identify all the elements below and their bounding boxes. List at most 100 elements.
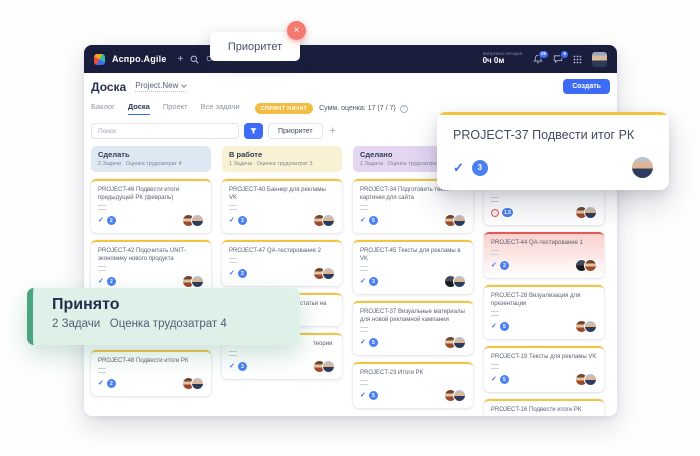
sprint-status-badge: СПРИНТ НАЧАТ (255, 103, 313, 114)
column-meta: 2 Задачи Оценка трудозатрат 4 (98, 161, 204, 167)
check-icon: ✓ (360, 278, 366, 285)
chat-count-badge: 5 (560, 50, 569, 59)
accepted-column-card: Принято 2 Задачи Оценка трудозатрат 4 (27, 288, 300, 345)
page-title: Доска (91, 80, 126, 94)
search-input[interactable] (91, 123, 239, 139)
check-icon: ✓ (229, 363, 235, 370)
accepted-subtitle: 2 Задачи Оценка трудозатрат 4 (52, 318, 300, 330)
tab-Баклог[interactable]: Баклог (91, 102, 115, 115)
description-icon (360, 327, 368, 332)
estimate-badge: 5 (369, 391, 378, 400)
description-icon (98, 205, 106, 210)
task-title: PROJECT-47 QA-тестирование 2 (229, 247, 335, 255)
create-button[interactable]: Создать (563, 79, 610, 94)
avatar (191, 275, 204, 288)
estimate-badge: 2 (107, 216, 116, 225)
search-icon[interactable] (190, 55, 199, 64)
assignee-avatars (313, 267, 335, 280)
task-popup-card[interactable]: PROJECT-37 Подвести итог РК ✓ 3 (437, 112, 669, 190)
app-logo-icon (94, 54, 105, 65)
funnel-icon (250, 127, 257, 135)
task-card[interactable]: PROJECT-19 Тексты для рекламы VK ✓5 (484, 346, 604, 392)
column-meta: 1 Задача Оценка трудозатрат 3 (229, 161, 335, 167)
task-title: PROJECT-19 Тексты для рекламы VK (491, 353, 597, 361)
assignee-avatars (182, 377, 204, 390)
board-header-row: Доска Project.New Создать (89, 79, 612, 94)
app-window: Аспро.Agile + Сп Затрачено сегодня 0ч 0м… (84, 45, 617, 416)
avatar (453, 336, 466, 349)
priority-tooltip-label: Приоритет (228, 41, 282, 53)
apps-grid-icon[interactable] (573, 55, 582, 64)
task-title: PROJECT-16 Подвести итоги РК (491, 406, 597, 414)
column-header: В работе 1 Задача Оценка трудозатрат 3 (222, 146, 342, 172)
estimate-badge: 1.5 (502, 208, 513, 217)
avatar (584, 206, 597, 219)
task-card[interactable]: PROJECT-46 Подвести итоги предыдущей РК … (91, 179, 211, 233)
task-card[interactable]: PROJECT-37 Визуальные материалы для ново… (353, 301, 473, 355)
accepted-title: Принято (52, 296, 300, 314)
avatar (322, 214, 335, 227)
avatar (584, 259, 597, 272)
task-title: PROJECT-45 Тексты для рекламы в VK (360, 247, 466, 263)
filter-button[interactable] (244, 123, 263, 139)
check-icon: ✓ (491, 323, 497, 330)
avatar (584, 373, 597, 386)
estimate-badge: 5 (500, 375, 509, 384)
column-title: В работе (229, 150, 335, 159)
assignee-avatars (575, 206, 597, 219)
tabs: Баклог Доска Проект Все задачи (91, 102, 240, 115)
avatar (453, 214, 466, 227)
check-icon: ✓ (453, 161, 464, 174)
task-title: PROJECT-46 Подвести итоги предыдущей РК … (98, 186, 204, 202)
priority-filter-chip[interactable]: Приоритет (268, 123, 323, 139)
close-icon[interactable]: × (287, 21, 306, 40)
description-icon (491, 197, 499, 202)
task-footer: ✓5 (360, 214, 466, 227)
add-filter-button[interactable]: + (328, 125, 338, 137)
user-avatar[interactable] (592, 52, 607, 67)
task-card[interactable]: PROJECT-48 Подвести итоги РК✓2 (91, 350, 211, 396)
estimate-badge: 3 (238, 362, 247, 371)
add-icon[interactable]: + (178, 54, 184, 65)
avatar (322, 267, 335, 280)
notifications-bell-icon[interactable]: 26 (533, 54, 543, 64)
estimate-badge: 2 (238, 269, 247, 278)
sum-estimate-text: Сумм. оценка: 17 (7 / 7) (319, 105, 396, 112)
tab-Проект[interactable]: Проект (163, 102, 188, 115)
popup-footer: ✓ 3 (453, 157, 653, 178)
description-icon (360, 205, 368, 210)
task-card[interactable]: PROJECT-16 Подвести итоги РК (484, 399, 604, 416)
avatar (453, 275, 466, 288)
check-icon: ✓ (98, 217, 104, 224)
task-card[interactable]: PROJECT-42 Подсчитать UNIT-экономику нов… (91, 240, 211, 294)
avatar (191, 377, 204, 390)
bell-count-badge: 26 (538, 50, 549, 59)
description-icon (491, 250, 499, 255)
task-footer: ✓2 (98, 275, 204, 288)
description-icon (491, 364, 499, 369)
popup-top-border (437, 112, 669, 115)
task-card[interactable]: PROJECT-45 Тексты для рекламы в VK✓3 (353, 240, 473, 294)
help-icon[interactable]: ? (400, 105, 408, 113)
description-icon (491, 311, 499, 316)
check-icon: ✓ (98, 278, 104, 285)
chat-icon[interactable]: 5 (553, 54, 563, 64)
task-card[interactable]: PROJECT-40 Баннер для рекламы VK✓3 (222, 179, 342, 233)
project-selector[interactable]: Project.New (135, 81, 186, 92)
assignee-avatars (313, 360, 335, 373)
avatar (191, 214, 204, 227)
tab-Все задачи[interactable]: Все задачи (201, 102, 240, 115)
estimate-badge: 3 (238, 216, 247, 225)
check-icon: ✓ (360, 217, 366, 224)
task-card[interactable]: PROJECT-23 Итоги РК✓5 (353, 362, 473, 408)
task-footer: ✓5 (491, 373, 597, 386)
check-icon: ✓ (360, 392, 366, 399)
top-navbar: Аспро.Agile + Сп Затрачено сегодня 0ч 0м… (84, 45, 617, 73)
board-column: Сделать2 Задачи Оценка трудозатрат 4PROJ… (91, 146, 211, 403)
overdue-clock-icon (491, 209, 499, 217)
task-card[interactable]: PROJECT-47 QA-тестирование 2✓2 (222, 240, 342, 286)
check-icon: ✓ (491, 376, 497, 383)
tab-Доска[interactable]: Доска (128, 102, 150, 115)
task-card[interactable]: PROJECT-28 Визуализация для презентации✓… (484, 285, 604, 339)
task-card[interactable]: PROJECT-44 QA-тестирование 1✓2 (484, 232, 604, 278)
